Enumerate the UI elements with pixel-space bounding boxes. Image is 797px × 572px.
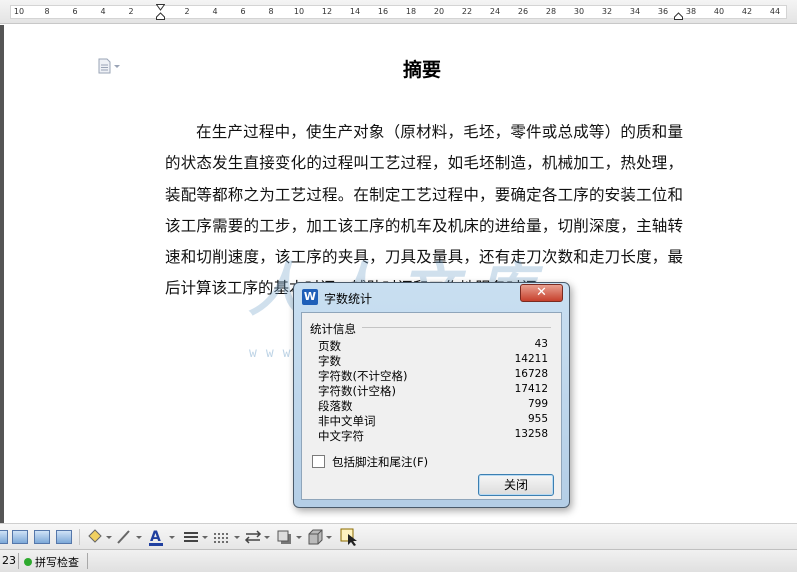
line-style-icon[interactable]: [182, 528, 208, 546]
ruler-number: 36: [657, 7, 669, 16]
dialog-body: 统计信息 页数 43 字数 14211 字符数(不计空格) 16728 字符数(…: [301, 312, 562, 500]
stat-value: 14211: [514, 353, 548, 365]
ruler-number: 2: [128, 7, 134, 16]
ruler-number: 44: [769, 7, 781, 16]
include-footnotes-label[interactable]: 包括脚注和尾注(F): [332, 454, 428, 470]
insert-textbox-icon[interactable]: [56, 530, 72, 544]
svg-text:A: A: [150, 529, 161, 545]
fill-color-icon[interactable]: [86, 528, 112, 546]
ruler-number: 4: [100, 7, 106, 16]
ruler-number: 18: [405, 7, 417, 16]
stat-row-chars-with-spaces: 字符数(计空格) 17412: [318, 383, 548, 398]
right-indent-marker[interactable]: [674, 4, 683, 20]
stat-label: 中文字符: [318, 429, 364, 443]
stat-row-chinese-chars: 中文字符 13258: [318, 428, 548, 443]
ruler-number: 6: [240, 7, 246, 16]
spell-check-label[interactable]: 拼写检查: [35, 556, 79, 569]
shadow-style-icon[interactable]: [276, 528, 302, 546]
ruler-number: 32: [601, 7, 613, 16]
wps-app-icon: W: [302, 289, 318, 305]
stat-label: 非中文单词: [318, 414, 376, 428]
spell-check-toggle[interactable]: 拼写检查: [24, 554, 79, 570]
spell-check-status-icon: [24, 558, 32, 566]
font-color-icon[interactable]: A: [148, 528, 176, 546]
stat-row-paragraphs: 段落数 799: [318, 398, 548, 413]
insert-clipart-icon[interactable]: [34, 530, 50, 544]
ruler-number: 30: [573, 7, 585, 16]
dialog-titlebar[interactable]: W 字数统计 ✕: [294, 283, 569, 311]
dialog-title: 字数统计: [324, 292, 373, 306]
ruler-number: 20: [433, 7, 445, 16]
stat-value: 16728: [514, 368, 548, 380]
stat-label: 字符数(计空格): [318, 384, 396, 398]
ruler-number: 28: [545, 7, 557, 16]
insert-picture-icon[interactable]: [0, 530, 8, 544]
ruler-number: 40: [713, 7, 725, 16]
stat-value: 13258: [514, 428, 548, 440]
arrow-style-icon[interactable]: [244, 528, 270, 546]
ruler-number: 8: [268, 7, 274, 16]
ruler-number: 10: [13, 7, 25, 16]
ruler-number: 4: [212, 7, 218, 16]
ruler-number: 24: [489, 7, 501, 16]
stat-row-words: 字数 14211: [318, 353, 548, 368]
line-color-icon[interactable]: [116, 528, 142, 546]
stat-label: 字数: [318, 354, 341, 368]
dash-style-icon[interactable]: [212, 528, 240, 546]
3d-style-icon[interactable]: [306, 528, 332, 546]
left-indent-marker[interactable]: [156, 4, 165, 20]
include-footnotes-checkbox[interactable]: [312, 455, 325, 468]
group-divider: [362, 327, 551, 328]
ruler-number: 10: [293, 7, 305, 16]
ruler-number: 16: [377, 7, 389, 16]
ruler-number: 2: [184, 7, 190, 16]
ruler-number: 8: [44, 7, 50, 16]
document-title: 摘要: [402, 59, 441, 81]
status-divider: [18, 553, 19, 569]
ruler-number: 42: [741, 7, 753, 16]
ruler-number: 12: [321, 7, 333, 16]
status-divider: [87, 553, 88, 569]
status-bar: 23 拼写检查: [0, 549, 797, 572]
stat-row-non-chinese-words: 非中文单词 955: [318, 413, 548, 428]
stat-row-chars-no-spaces: 字符数(不计空格) 16728: [318, 368, 548, 383]
stat-label: 页数: [318, 339, 341, 353]
stat-value: 43: [534, 338, 548, 350]
status-page-info: 23: [2, 554, 16, 567]
ruler-number: 26: [517, 7, 529, 16]
stat-value: 799: [527, 398, 548, 410]
stat-label: 字符数(不计空格): [318, 369, 408, 383]
ruler-number: 6: [72, 7, 78, 16]
ruler-number: 38: [685, 7, 697, 16]
select-objects-icon[interactable]: [340, 528, 360, 546]
close-button[interactable]: 关闭: [478, 474, 554, 496]
toolbar-separator: [79, 529, 80, 545]
ruler-number: 14: [349, 7, 361, 16]
drawing-toolbar: A: [0, 523, 797, 549]
dialog-close-icon[interactable]: ✕: [520, 284, 563, 302]
stat-label: 段落数: [318, 399, 353, 413]
ruler-number: 34: [629, 7, 641, 16]
stat-value: 955: [527, 413, 548, 425]
stat-value: 17412: [514, 383, 548, 395]
ruler-number: 22: [461, 7, 473, 16]
horizontal-ruler[interactable]: 10 8 6 4 2 2 4 6 8 10 12 14 16 18 20 22 …: [0, 0, 797, 24]
word-count-dialog: W 字数统计 ✕ 统计信息 页数 43 字数 14211 字符数(不计空格) 1…: [293, 282, 570, 508]
insert-image-icon[interactable]: [12, 530, 28, 544]
stat-row-pages: 页数 43: [318, 338, 548, 353]
statistics-group-label: 统计信息: [310, 322, 356, 336]
